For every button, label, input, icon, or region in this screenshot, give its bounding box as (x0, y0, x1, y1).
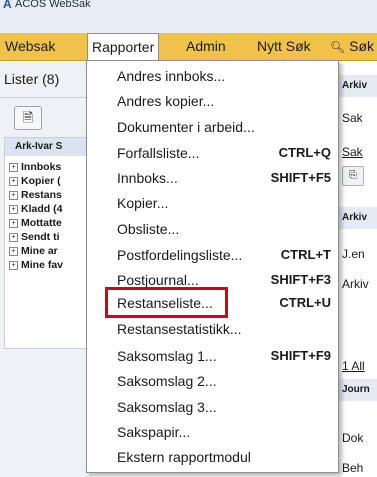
expand-icon[interactable]: + (9, 176, 18, 186)
all-tab[interactable]: 1 All (342, 359, 365, 373)
jen-label: J.en (342, 247, 365, 261)
menu-sok[interactable]: 🔍︎ Søk (330, 38, 374, 54)
menu-item-forfallsliste[interactable]: Forfallsliste... CTRL+Q (117, 141, 333, 165)
title-bar: A ACOS WebSak (0, 0, 377, 33)
shortcut-label: SHIFT+F5 (270, 170, 331, 185)
arkiv-label: Arkiv (342, 277, 369, 291)
menu-item-innboks[interactable]: Innboks... SHIFT+F5 (117, 166, 333, 190)
expand-icon[interactable]: + (9, 162, 18, 172)
menu-item-saksomslag-2[interactable]: Saksomslag 2... (117, 369, 333, 393)
tree-item[interactable]: + Mine fav (5, 258, 93, 272)
list-tree: Ark-Ivar S + Innboks + Kopier ( + Restans +… (4, 137, 94, 349)
highlight-box (105, 287, 228, 318)
menu-item-ekstern-rapportmodul[interactable]: Ekstern rapportmodul (117, 445, 333, 469)
search-icon: 🔍︎ (330, 40, 346, 54)
journal-header: Journ (338, 379, 377, 401)
menu-rapporter[interactable]: Rapporter (87, 33, 160, 61)
menu-sok-label: Søk (349, 38, 375, 54)
rapporter-dropdown: Andres innboks... Andres kopier... Dokum… (86, 60, 339, 473)
shortcut-label: CTRL+U (279, 295, 331, 310)
shortcut-label: SHIFT+F9 (270, 348, 331, 363)
menu-item-andres-innboks[interactable]: Andres innboks... (117, 64, 333, 88)
shortcut-label: CTRL+T (280, 247, 331, 262)
menu-bar: Websak Rapporter Admin Nytt Søk 🔍︎ Søk (0, 33, 377, 61)
expand-icon[interactable]: + (9, 218, 18, 228)
menu-item-saksomslag-1[interactable]: Saksomslag 1... SHIFT+F9 (117, 344, 333, 368)
beh-label: Beh (342, 461, 364, 475)
tree-item[interactable]: + Kladd (4 (5, 202, 93, 216)
menu-admin[interactable]: Admin (186, 38, 226, 54)
lister-label[interactable]: Lister (8) (4, 71, 59, 87)
menu-nytt-sok[interactable]: Nytt Søk (257, 38, 311, 54)
tree-item[interactable]: + Restans (5, 188, 93, 202)
menu-item-obsliste[interactable]: Obsliste... (117, 217, 333, 241)
right-panel: Arkiv Sak Sak ⎘ Arkiv J.en Arkiv 1 All J… (338, 61, 377, 477)
menu-item-andres-kopier[interactable]: Andres kopier... (117, 89, 333, 113)
tree-item[interactable]: + Mine ar (5, 244, 93, 258)
menu-item-sakspapir[interactable]: Sakspapir... (117, 420, 333, 444)
shortcut-label: SHIFT+F3 (270, 272, 331, 287)
sak-link[interactable]: Sak (342, 145, 363, 159)
menu-item-restansestatistikk[interactable]: Restansestatistikk... (117, 317, 333, 341)
tree-header: Ark-Ivar S (5, 138, 93, 156)
tree-item[interactable]: + Sendt ti (5, 230, 93, 244)
menu-item-saksomslag-3[interactable]: Saksomslag 3... (117, 395, 333, 419)
menu-item-postfordelingsliste[interactable]: Postfordelingsliste... CTRL+T (117, 243, 333, 267)
left-panel: Lister (8) 🗎 Ark-Ivar S + Innboks + Kopier… (0, 61, 94, 477)
expand-icon[interactable]: + (9, 190, 18, 200)
expand-icon[interactable]: + (9, 246, 18, 256)
menu-item-dokumenter-i-arbeid[interactable]: Dokumenter i arbeid... (117, 115, 333, 139)
shortcut-label: CTRL+Q (278, 145, 331, 160)
document-icon[interactable]: 🗎 (14, 106, 42, 130)
expand-icon[interactable]: + (9, 204, 18, 214)
tree-item[interactable]: + Kopier ( (5, 174, 93, 188)
copy-icon[interactable]: ⎘ (342, 166, 364, 186)
app-logo-icon: A (3, 0, 12, 11)
window-title: ACOS WebSak (15, 0, 91, 10)
arkiv-header-2: Arkiv (338, 207, 377, 229)
sak-label: Sak (342, 111, 363, 125)
menu-item-kopier[interactable]: Kopier... (117, 191, 333, 215)
expand-icon[interactable]: + (9, 232, 18, 242)
tree-item[interactable]: + Mottatte (5, 216, 93, 230)
divider (0, 97, 92, 98)
dok-label: Dok (342, 431, 364, 445)
arkiv-header: Arkiv (338, 75, 377, 97)
tree-item[interactable]: + Innboks (5, 160, 93, 174)
expand-icon[interactable]: + (9, 260, 18, 270)
menu-websak[interactable]: Websak (5, 38, 55, 54)
